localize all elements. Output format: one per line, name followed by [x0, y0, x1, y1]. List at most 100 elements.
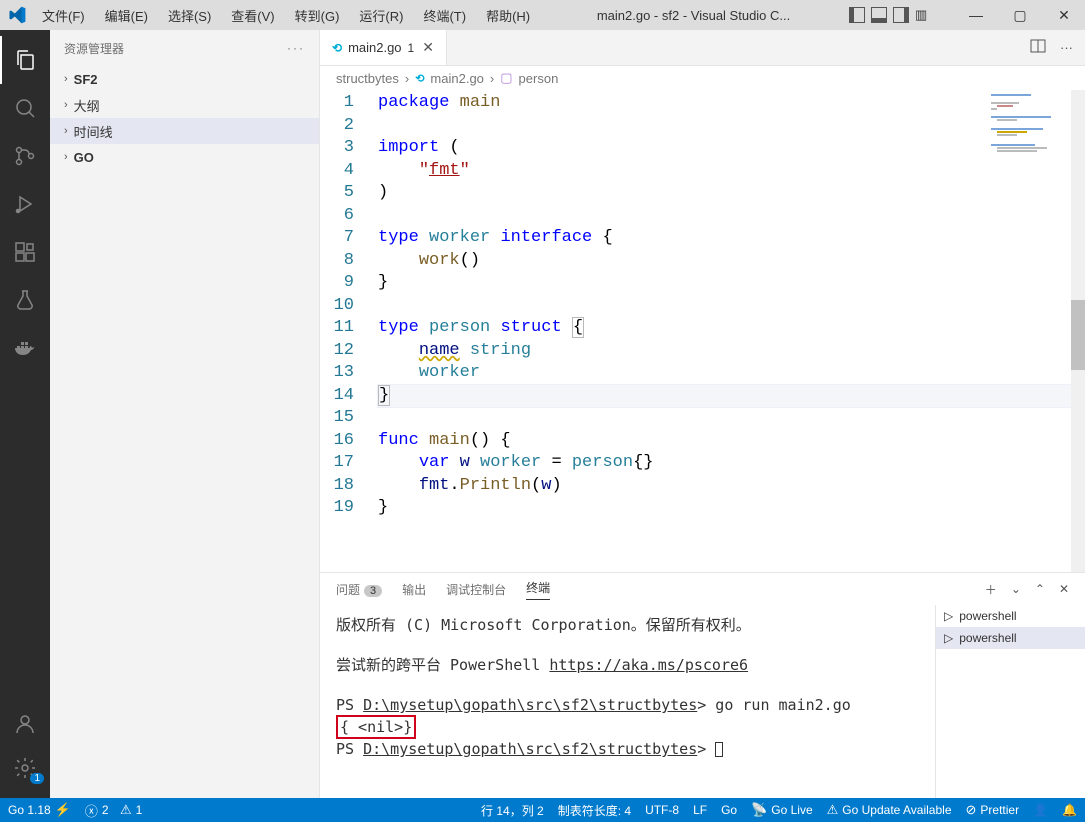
status-language[interactable]: Go — [721, 803, 737, 817]
terminal-cursor — [715, 742, 723, 757]
status-cursor-position[interactable]: 行 14，列 2 — [481, 802, 544, 819]
chevron-right-icon: › — [405, 71, 409, 86]
status-go-update[interactable]: ⚠Go Update Available — [827, 802, 952, 818]
testing-icon[interactable] — [0, 276, 50, 324]
sidebar-header: 资源管理器 ··· — [50, 30, 319, 66]
panel-tab-problems[interactable]: 问题3 — [336, 581, 382, 598]
new-terminal-icon[interactable]: ＋ — [985, 581, 997, 598]
accounts-icon[interactable] — [0, 702, 50, 746]
tab-filename: main2.go — [348, 40, 401, 55]
docker-icon[interactable] — [0, 324, 50, 372]
breadcrumb-file[interactable]: main2.go — [430, 71, 483, 86]
lightning-icon: ⚡ — [55, 802, 71, 818]
terminal-output[interactable]: 版权所有 (C) Microsoft Corporation。保留所有权利。 尝… — [320, 605, 935, 798]
menu-run[interactable]: 运行(R) — [351, 2, 411, 29]
menu-selection[interactable]: 选择(S) — [160, 2, 219, 29]
tab-modified-indicator: 1 — [408, 41, 415, 55]
editor-area: ⟲ main2.go 1 ✕ ··· structbytes › ⟲ main2… — [320, 30, 1085, 798]
extensions-icon[interactable] — [0, 228, 50, 276]
terminal-list: ▷powershell ▷powershell — [935, 605, 1085, 798]
bottom-panel: 问题3 输出 调试控制台 终端 ＋ ⌄ ⌃ ✕ 版权所有 (C) Microso… — [320, 572, 1085, 798]
status-bar: Go 1.18⚡ ⓧ2 ⚠1 行 14，列 2 制表符长度: 4 UTF-8 L… — [0, 798, 1085, 822]
chevron-right-icon: › — [64, 151, 68, 163]
sidebar-section-outline[interactable]: ›大纲 — [50, 92, 319, 118]
activity-bar — [0, 30, 50, 798]
sidebar-section-sf2[interactable]: ›SF2 — [50, 66, 319, 92]
maximize-button[interactable]: ▢ — [1007, 7, 1033, 24]
status-bell-icon[interactable]: 🔔 — [1062, 803, 1077, 817]
split-terminal-chevron-icon[interactable]: ⌄ — [1011, 582, 1021, 596]
broadcast-icon: 📡 — [751, 802, 767, 818]
status-prettier[interactable]: ⊘Prettier — [966, 802, 1020, 818]
more-actions-icon[interactable]: ··· — [1060, 40, 1073, 55]
warning-icon: ⚠ — [827, 802, 839, 818]
sidebar-more-icon[interactable]: ··· — [287, 41, 305, 55]
terminal-line: 尝试新的跨平台 PowerShell https://aka.ms/pscore… — [336, 655, 919, 675]
sidebar-section-timeline[interactable]: ›时间线 — [50, 118, 319, 144]
status-encoding[interactable]: UTF-8 — [645, 803, 679, 817]
menu-file[interactable]: 文件(F) — [34, 2, 93, 29]
error-icon: ⓧ — [85, 801, 98, 820]
chevron-right-icon: › — [64, 99, 68, 111]
terminal-icon: ▷ — [944, 609, 953, 623]
search-icon[interactable] — [0, 84, 50, 132]
status-feedback-icon[interactable]: 👤 — [1033, 803, 1048, 817]
chevron-right-icon: › — [64, 73, 68, 85]
panel-tab-bar: 问题3 输出 调试控制台 终端 ＋ ⌄ ⌃ ✕ — [320, 573, 1085, 605]
close-tab-icon[interactable]: ✕ — [422, 39, 434, 56]
code-editor[interactable]: 12345678910111213141516171819 package ma… — [320, 90, 1085, 572]
tab-actions: ··· — [1018, 30, 1085, 65]
status-go-version[interactable]: Go 1.18⚡ — [8, 802, 71, 818]
status-tab-size[interactable]: 制表符长度: 4 — [558, 802, 631, 819]
status-go-live[interactable]: 📡Go Live — [751, 802, 813, 818]
terminal-line: 版权所有 (C) Microsoft Corporation。保留所有权利。 — [336, 615, 919, 635]
breadcrumb-folder[interactable]: structbytes — [336, 71, 399, 86]
close-panel-icon[interactable]: ✕ — [1059, 582, 1069, 596]
titlebar: 文件(F) 编辑(E) 选择(S) 查看(V) 转到(G) 运行(R) 终端(T… — [0, 0, 1085, 30]
run-debug-icon[interactable] — [0, 180, 50, 228]
breadcrumb-symbol[interactable]: person — [519, 71, 559, 86]
go-file-icon: ⟲ — [332, 41, 342, 55]
panel-tab-output[interactable]: 输出 — [402, 581, 426, 598]
maximize-panel-icon[interactable]: ⌃ — [1035, 582, 1045, 596]
chevron-right-icon: › — [64, 125, 68, 137]
window-title: main2.go - sf2 - Visual Studio C... — [538, 8, 849, 23]
settings-icon[interactable] — [0, 746, 50, 790]
code-body[interactable]: package mainimport ( "fmt")type worker i… — [370, 90, 1085, 572]
chevron-right-icon: › — [490, 71, 494, 86]
source-control-icon[interactable] — [0, 132, 50, 180]
layout-controls: ▥ — [849, 7, 933, 23]
sidebar-section-go[interactable]: ›GO — [50, 144, 319, 170]
disabled-icon: ⊘ — [966, 802, 977, 818]
tab-bar: ⟲ main2.go 1 ✕ ··· — [320, 30, 1085, 66]
editor-scrollbar[interactable] — [1071, 90, 1085, 572]
toggle-panel-icon[interactable] — [871, 7, 887, 23]
menu-view[interactable]: 查看(V) — [223, 2, 282, 29]
status-eol[interactable]: LF — [693, 803, 707, 817]
scrollbar-thumb[interactable] — [1071, 300, 1085, 370]
terminal-line: PS D:\mysetup\gopath\src\sf2\structbytes… — [336, 739, 919, 759]
panel-tab-debug-console[interactable]: 调试控制台 — [446, 581, 506, 598]
terminal-entry[interactable]: ▷powershell — [936, 605, 1085, 627]
menu-terminal[interactable]: 终端(T) — [415, 2, 474, 29]
minimize-button[interactable]: — — [963, 7, 989, 23]
vscode-logo-icon — [8, 6, 26, 24]
window-controls: — ▢ ✕ — [963, 7, 1077, 24]
terminal-entry[interactable]: ▷powershell — [936, 627, 1085, 649]
split-editor-icon[interactable] — [1030, 38, 1046, 57]
struct-icon: ▢ — [500, 70, 512, 86]
menu-help[interactable]: 帮助(H) — [478, 2, 538, 29]
toggle-sidebar-icon[interactable] — [849, 7, 865, 23]
breadcrumb[interactable]: structbytes › ⟲ main2.go › ▢ person — [320, 66, 1085, 90]
close-button[interactable]: ✕ — [1051, 7, 1077, 24]
toggle-secondary-sidebar-icon[interactable] — [893, 7, 909, 23]
terminal-icon: ▷ — [944, 631, 953, 645]
menu-edit[interactable]: 编辑(E) — [97, 2, 156, 29]
panel-tab-terminal[interactable]: 终端 — [526, 579, 550, 600]
terminal-line: PS D:\mysetup\gopath\src\sf2\structbytes… — [336, 695, 919, 715]
menu-go[interactable]: 转到(G) — [287, 2, 348, 29]
status-errors-warnings[interactable]: ⓧ2 ⚠1 — [85, 801, 142, 820]
explorer-icon[interactable] — [0, 36, 50, 84]
tab-main2-go[interactable]: ⟲ main2.go 1 ✕ — [320, 30, 447, 65]
customize-layout-icon[interactable]: ▥ — [915, 7, 933, 23]
